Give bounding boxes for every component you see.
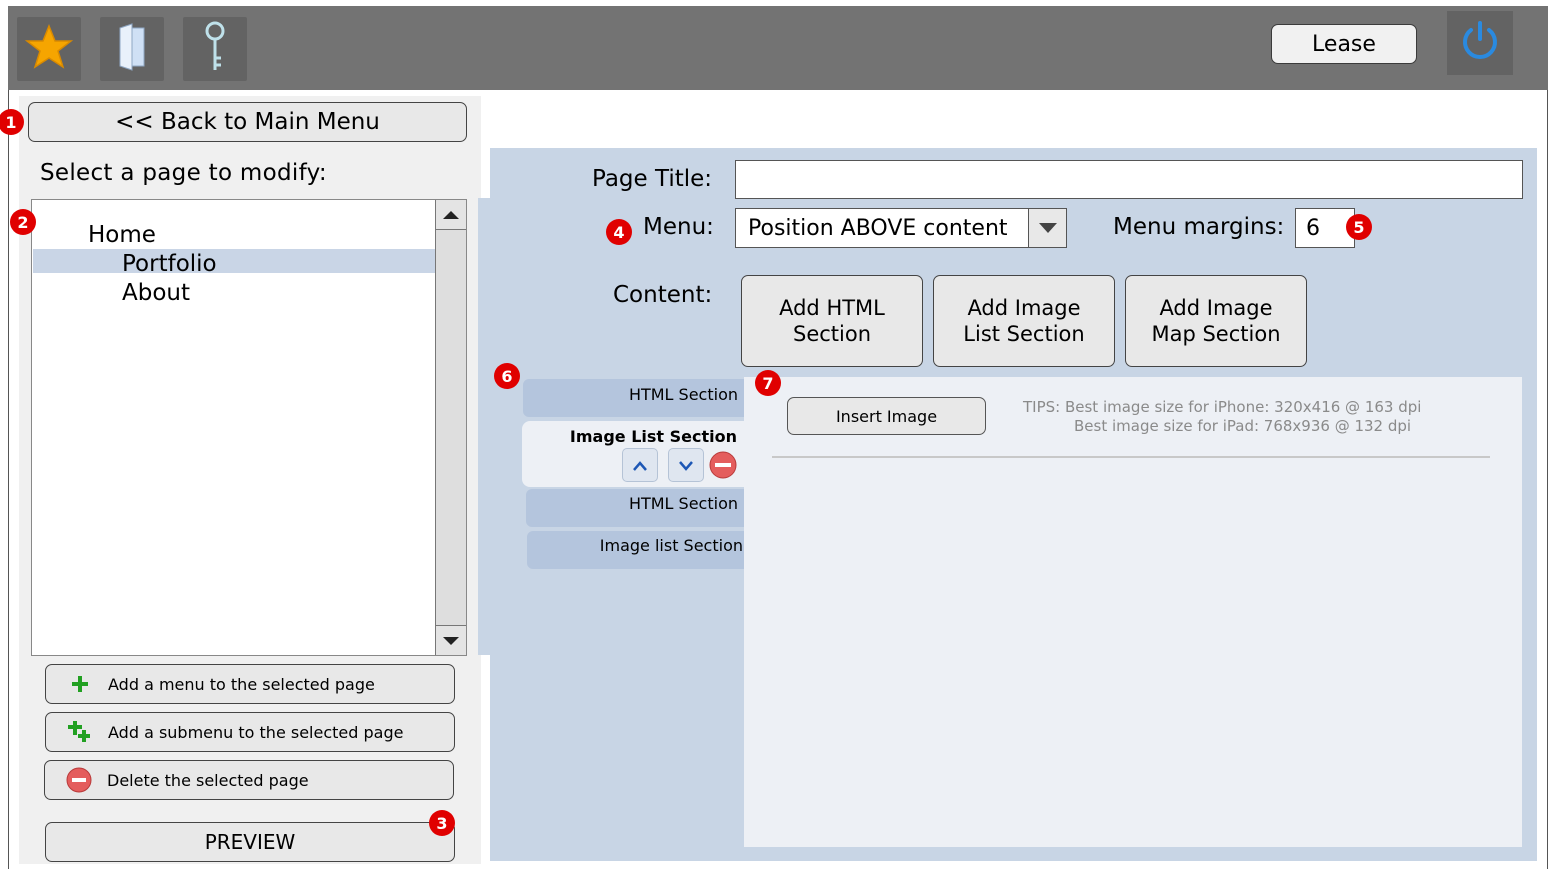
page-item-about[interactable]: About (122, 280, 190, 306)
menu-position-value: Position ABOVE content (748, 215, 1008, 241)
section-tab-image-list-label: Image List Section (569, 427, 737, 446)
key-icon (200, 20, 230, 78)
marker-6: 6 (494, 363, 520, 389)
move-section-up-button[interactable] (622, 448, 658, 482)
triangle-up-icon (442, 205, 460, 224)
marker-2: 2 (10, 209, 36, 235)
add-submenu-label: Add a submenu to the selected page (108, 722, 404, 742)
add-html-section-label: Add HTML Section (779, 296, 885, 346)
book-icon (112, 22, 152, 76)
keys-button[interactable] (183, 17, 247, 81)
section-tab-html-2[interactable]: HTML Section (526, 489, 744, 527)
move-section-down-button[interactable] (668, 448, 704, 482)
delete-icon (709, 451, 737, 483)
section-tab-html-1[interactable]: HTML Section (523, 379, 744, 417)
editor-divider (772, 456, 1490, 458)
add-image-list-section-label: Add Image List Section (963, 296, 1085, 346)
power-button[interactable] (1447, 11, 1513, 75)
star-icon (24, 23, 74, 75)
select-page-label: Select a page to modify: (40, 160, 327, 186)
pages-button[interactable] (100, 17, 164, 81)
page-title-label: Page Title: (592, 166, 713, 192)
chevron-down-icon (679, 456, 693, 475)
section-tab-image-list-2[interactable]: Image list Section (527, 531, 744, 569)
delete-page-label: Delete the selected page (107, 770, 309, 790)
marker-4: 4 (606, 219, 632, 245)
add-submenu-icon (66, 718, 94, 746)
lease-button[interactable]: Lease (1271, 24, 1417, 64)
insert-image-button[interactable]: Insert Image (787, 397, 986, 435)
scroll-up-button[interactable] (436, 200, 466, 230)
favorites-button[interactable] (17, 17, 81, 81)
delete-page-button[interactable]: Delete the selected page (44, 760, 454, 800)
preview-button[interactable]: PREVIEW (45, 822, 455, 862)
add-image-map-section-label: Add Image Map Section (1151, 296, 1281, 346)
back-to-main-menu-button[interactable]: << Back to Main Menu (28, 102, 467, 142)
marker-3: 3 (429, 810, 455, 836)
section-editor-area[interactable] (744, 377, 1522, 847)
marker-7: 7 (755, 370, 781, 396)
plus-icon (66, 670, 94, 698)
delete-icon (65, 766, 93, 794)
chevron-down-icon[interactable] (1028, 209, 1066, 247)
remove-section-button[interactable] (709, 451, 737, 483)
page-item-home[interactable]: Home (88, 222, 156, 248)
page-title-input[interactable] (735, 160, 1523, 199)
page-item-portfolio[interactable]: Portfolio (122, 251, 217, 277)
add-image-map-section-button[interactable]: Add Image Map Section (1125, 275, 1307, 367)
add-html-section-button[interactable]: Add HTML Section (741, 275, 923, 367)
power-icon (1456, 17, 1504, 69)
menu-margins-label: Menu margins: (1113, 214, 1285, 240)
menu-position-select[interactable]: Position ABOVE content (735, 208, 1067, 248)
add-menu-label: Add a menu to the selected page (108, 674, 375, 694)
tips-line-iphone: TIPS: Best image size for iPhone: 320x41… (1023, 398, 1422, 416)
add-image-list-section-button[interactable]: Add Image List Section (933, 275, 1115, 367)
image-size-tips: TIPS: Best image size for iPhone: 320x41… (1023, 398, 1421, 436)
scroll-down-button[interactable] (436, 625, 466, 655)
menu-label: Menu: (643, 214, 714, 240)
triangle-down-icon (442, 631, 460, 650)
page-list: Home Portfolio About (31, 199, 467, 656)
add-submenu-button[interactable]: Add a submenu to the selected page (45, 712, 455, 752)
add-menu-button[interactable]: Add a menu to the selected page (45, 664, 455, 704)
content-label: Content: (613, 282, 713, 308)
tips-line-ipad: Best image size for iPad: 768x936 @ 132 … (1074, 417, 1412, 435)
page-list-scrollbar[interactable] (435, 200, 466, 655)
chevron-up-icon (633, 456, 647, 475)
panel-connector (478, 198, 490, 655)
list-selection-highlight (33, 249, 437, 273)
marker-5: 5 (1346, 214, 1372, 240)
